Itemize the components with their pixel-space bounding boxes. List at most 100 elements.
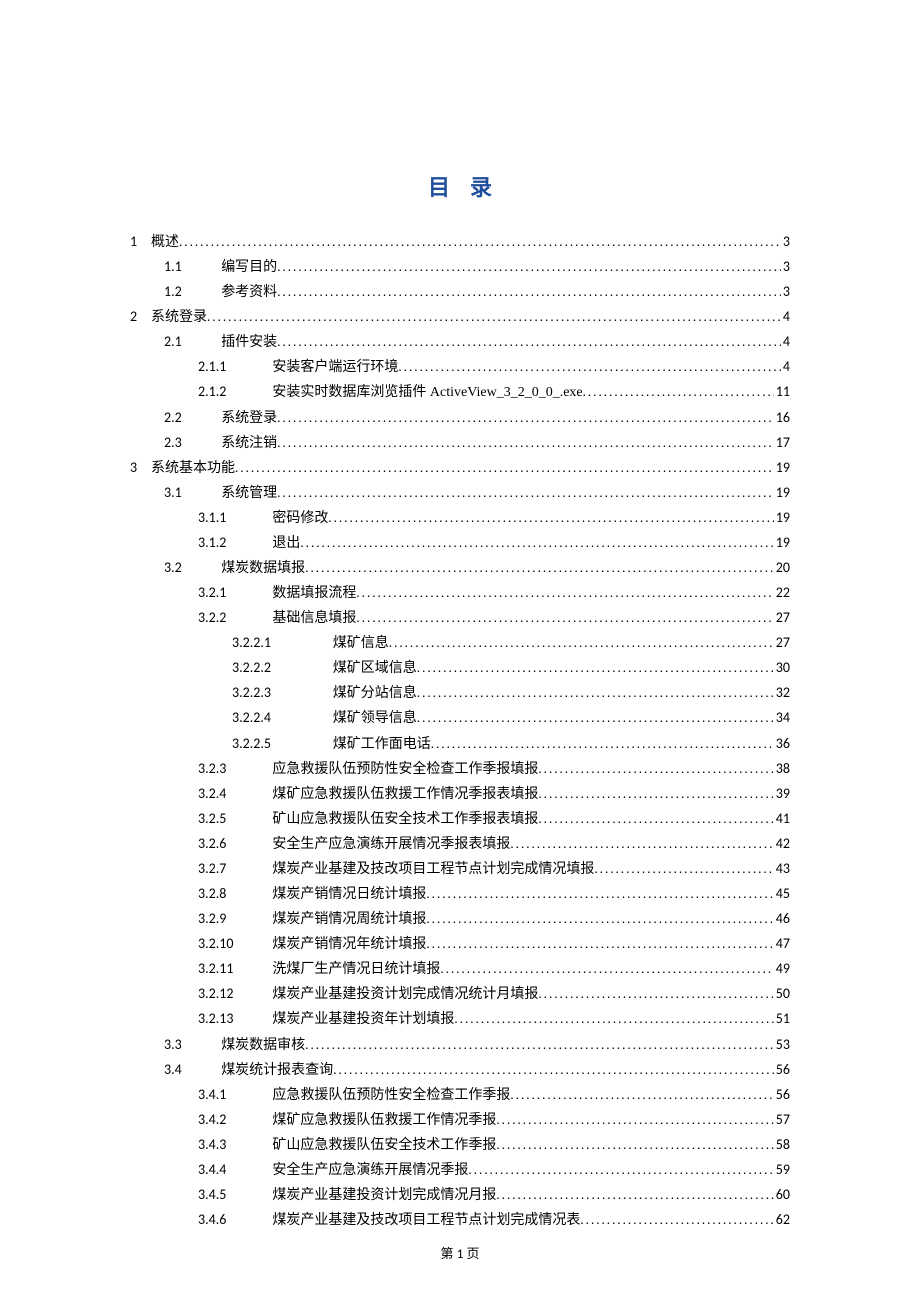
toc-entry[interactable]: 2.3系统注销17 [130,431,790,456]
toc-entry[interactable]: 1.1编写目的3 [130,255,790,280]
toc-leader-dots [594,859,773,881]
toc-entry-label: 参考资料 [221,281,277,305]
toc-entry[interactable]: 3.2.6安全生产应急演练开展情况季报表填报42 [130,832,790,857]
toc-entry-page: 32 [774,681,790,705]
toc-entry[interactable]: 3.4.1应急救援队伍预防性安全检查工作季报56 [130,1083,790,1108]
toc-entry-number: 3.2.2.1 [232,631,291,655]
toc-leader-dots [496,1110,773,1132]
toc-entry-number: 3.2.11 [198,957,248,981]
toc-entry[interactable]: 3.2.7煤炭产业基建及技改项目工程节点计划完成情况填报43 [130,857,790,882]
toc-entry-page: 49 [774,957,790,981]
toc-leader-dots [538,984,773,1006]
toc-entry-number: 3.2.2.5 [232,732,291,756]
toc-entry-label: 煤炭产业基建及技改项目工程节点计划完成情况表 [272,1209,580,1233]
toc-entry[interactable]: 3.2.2基础信息填报27 [130,606,790,631]
footer-prefix: 第 [440,1246,453,1261]
toc-entry-number: 3.4.2 [198,1108,248,1132]
toc-entry-label: 煤矿领导信息 [333,707,417,731]
toc-entry-number: 3.2.2.2 [232,656,291,680]
toc-entry[interactable]: 3.4.2 煤矿应急救援队伍救援工作情况季报 57 [130,1108,790,1133]
toc-leader-dots [426,909,773,931]
toc-entry[interactable]: 2系统登录4 [130,305,790,330]
toc-entry[interactable]: 2.1.1安装客户端运行环境4 [130,355,790,380]
toc-entry-number: 3.2.6 [198,832,248,856]
toc-entry-page: 4 [781,305,790,329]
toc-entry-label: 矿山应急救援队伍安全技术工作季报表填报 [272,808,538,832]
toc-entry-number: 2.2 [164,406,203,430]
toc-leader-dots [277,332,781,354]
toc-entry[interactable]: 3.2.9煤炭产销情况周统计填报46 [130,907,790,932]
toc-entry[interactable]: 3.1系统管理19 [130,481,790,506]
toc-leader-dots [417,658,774,680]
toc-entry[interactable]: 3.2.1数据填报流程22 [130,581,790,606]
toc-entry-page: 17 [774,431,790,455]
toc-entry-number: 3.1.2 [198,531,248,555]
toc-leader-dots [179,232,781,254]
toc-entry[interactable]: 3.4煤炭统计报表查询56 [130,1058,790,1083]
toc-leader-dots [510,1085,773,1107]
toc-entry[interactable]: 3.4.3矿山应急救援队伍安全技术工作季报58 [130,1133,790,1158]
toc-entry-label: 系统登录 [221,407,277,431]
toc-entry[interactable]: 3.1.1密码修改19 [130,506,790,531]
toc-entry[interactable]: 3.3煤炭数据审核53 [130,1033,790,1058]
toc-entry-page: 57 [774,1108,790,1132]
toc-leader-dots [426,884,773,906]
toc-entry-page: 36 [774,732,790,756]
toc-entry-label: 应急救援队伍预防性安全检查工作季报 [272,1084,510,1108]
toc-entry[interactable]: 2.1插件安装4 [130,330,790,355]
toc-leader-dots [277,257,781,279]
toc-entry-page: 19 [774,481,790,505]
toc-entry[interactable]: 3.2.2.2煤矿区域信息30 [130,656,790,681]
toc-entry[interactable]: 3.2.3应急救援队伍预防性安全检查工作季报填报38 [130,757,790,782]
toc-entry[interactable]: 3系统基本功能19 [130,456,790,481]
toc-entry[interactable]: 2.1.2安装实时数据库浏览插件 ActiveView_3_2_0_0_.exe… [130,380,790,405]
toc-entry[interactable]: 3.2.13煤炭产业基建投资年计划填报51 [130,1007,790,1032]
toc-entry[interactable]: 3.1.2退出19 [130,531,790,556]
toc-entry[interactable]: 3.2.11洗煤厂生产情况日统计填报49 [130,957,790,982]
toc-entry[interactable]: 3.2煤炭数据填报20 [130,556,790,581]
toc-entry[interactable]: 1.2参考资料3 [130,280,790,305]
toc-entry-page: 45 [774,882,790,906]
toc-leader-dots [305,1035,774,1057]
toc-entry[interactable]: 3.2.5矿山应急救援队伍安全技术工作季报表填报41 [130,807,790,832]
toc-leader-dots [305,558,774,580]
toc-entry[interactable]: 3.2.2.3煤矿分站信息32 [130,681,790,706]
toc-entry[interactable]: 3.2.2.4 煤矿领导信息 34 [130,706,790,731]
toc-leader-dots [496,1135,773,1157]
toc-leader-dots [496,1185,773,1207]
toc-entry-number: 3.2.7 [198,857,248,881]
toc-entry-label: 煤矿信息 [333,632,389,656]
toc-entry-label: 煤矿工作面电话 [333,733,431,757]
toc-entry-label: 安全生产应急演练开展情况季报 [272,1159,468,1183]
toc-entry[interactable]: 1概述3 [130,230,790,255]
toc-entry-label: 煤矿区域信息 [333,657,417,681]
toc-entry[interactable]: 3.4.4安全生产应急演练开展情况季报59 [130,1158,790,1183]
toc-entry[interactable]: 3.4.5煤炭产业基建投资计划完成情况月报60 [130,1183,790,1208]
toc-entry-label: 煤炭产销情况年统计填报 [272,933,426,957]
toc-entry[interactable]: 2.2系统登录16 [130,406,790,431]
toc-entry-page: 41 [774,807,790,831]
toc-entry[interactable]: 3.2.10煤炭产销情况年统计填报47 [130,932,790,957]
toc-entry-number: 3.2.2.4 [232,706,291,730]
toc-entry-label: 密码修改 [272,507,328,531]
footer-number: 1 [457,1247,464,1262]
toc-entry-page: 19 [774,531,790,555]
toc-entry-number: 3.4.1 [198,1083,248,1107]
toc-leader-dots [389,633,774,655]
toc-entry[interactable]: 3.2.12煤炭产业基建投资计划完成情况统计月填报50 [130,982,790,1007]
toc-entry-label: 煤矿应急救援队伍救援工作情况季报 [272,1109,496,1133]
toc-entry-label: 应急救援队伍预防性安全检查工作季报填报 [272,758,538,782]
toc-entry[interactable]: 3.2.8煤炭产销情况日统计填报45 [130,882,790,907]
toc-entry-page: 22 [774,581,790,605]
toc-entry[interactable]: 3.2.2.1煤矿信息27 [130,631,790,656]
toc-entry[interactable]: 3.2.2.5 煤矿工作面电话 36 [130,732,790,757]
toc-leader-dots [538,759,773,781]
toc-entry-number: 2.1.1 [198,355,248,379]
toc-entry[interactable]: 3.4.6煤炭产业基建及技改项目工程节点计划完成情况表62 [130,1208,790,1233]
toc-entry[interactable]: 3.2.4煤矿应急救援队伍救援工作情况季报表填报39 [130,782,790,807]
toc-leader-dots [356,608,773,630]
toc-entry-label: 煤炭产业基建投资年计划填报 [272,1008,454,1032]
toc-entry-page: 34 [774,706,790,730]
toc-entry-page: 3 [781,230,790,254]
toc-leader-dots [277,483,774,505]
